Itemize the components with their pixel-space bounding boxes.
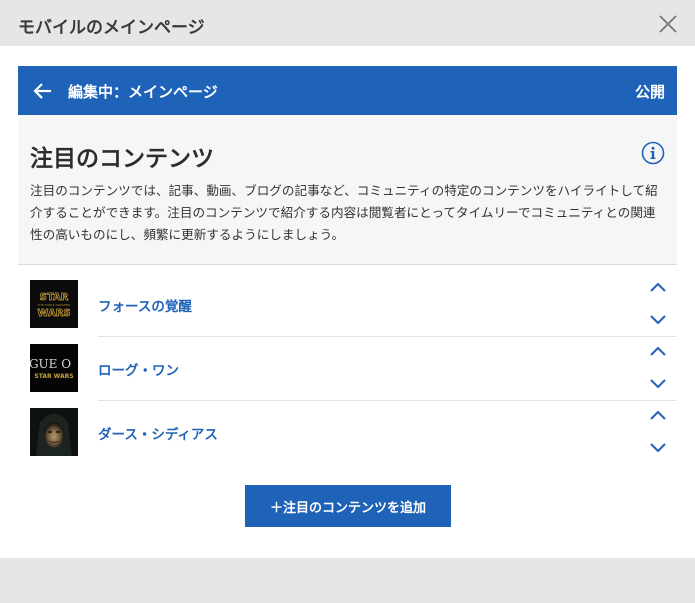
- thumb-logo-top: STAR: [40, 292, 69, 303]
- item-thumbnail: [30, 408, 78, 456]
- modal-footer: [0, 558, 695, 603]
- item-title[interactable]: ダース・シディアス: [98, 423, 218, 443]
- item-title[interactable]: フォースの覚醒: [98, 295, 192, 315]
- item-thumbnail: STAR THE FORCE AWAKENS WARS: [30, 280, 78, 328]
- add-featured-content-button[interactable]: ＋注目のコンテンツを追加: [245, 485, 451, 527]
- publish-button[interactable]: 公開: [635, 81, 665, 102]
- section-title: 注目のコンテンツ: [30, 146, 214, 172]
- chevron-up-icon[interactable]: [649, 281, 667, 293]
- item-divider: [98, 400, 677, 401]
- arrow-left-icon[interactable]: [32, 80, 54, 102]
- featured-content-item: STAR THE FORCE AWAKENS WARS フォースの覚醒: [18, 272, 677, 336]
- item-thumbnail: GUE O STAR WARS: [30, 344, 78, 392]
- thumb-logo-top: GUE O: [30, 357, 71, 371]
- section-info-panel: 注目のコンテンツ 注目のコンテンツでは、記事、動画、ブログの記事など、コミュニテ…: [18, 115, 677, 265]
- modal-body: 編集中：メインページ 公開 注目のコンテンツ 注目のコンテンツでは、記事、動画、…: [0, 46, 695, 558]
- close-icon[interactable]: [657, 13, 679, 35]
- featured-content-item: GUE O STAR WARS ローグ・ワン: [18, 336, 677, 400]
- chevron-down-icon[interactable]: [649, 314, 667, 326]
- section-description: 注目のコンテンツでは、記事、動画、ブログの記事など、コミュニティの特定のコンテン…: [30, 183, 658, 242]
- item-divider: [98, 336, 677, 337]
- thumb-logo-bottom: STAR WARS: [34, 373, 73, 380]
- chevron-up-icon[interactable]: [649, 409, 667, 421]
- info-icon[interactable]: [641, 141, 665, 165]
- chevron-down-icon[interactable]: [649, 442, 667, 454]
- modal-title: モバイルのメインページ: [18, 18, 205, 38]
- chevron-down-icon[interactable]: [649, 378, 667, 390]
- modal-header: モバイルのメインページ: [0, 0, 695, 46]
- editor-status-label: 編集中：メインページ: [68, 83, 218, 101]
- featured-content-item: ダース・シディアス: [18, 400, 677, 464]
- chevron-up-icon[interactable]: [649, 345, 667, 357]
- editor-bar: 編集中：メインページ 公開: [18, 66, 677, 115]
- item-title[interactable]: ローグ・ワン: [98, 359, 179, 379]
- thumb-logo-subtitle: THE FORCE AWAKENS: [37, 303, 71, 307]
- thumb-logo-bottom: WARS: [37, 308, 70, 319]
